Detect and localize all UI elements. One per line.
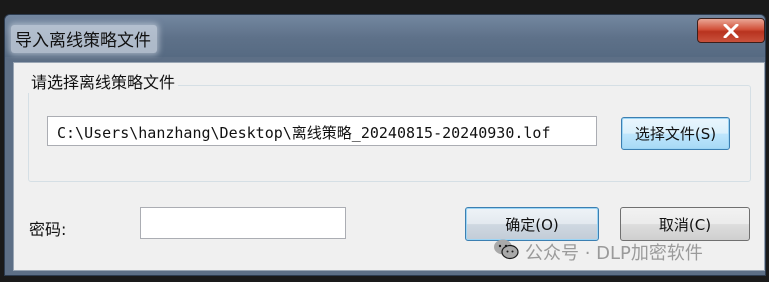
- password-label: 密码:: [29, 220, 67, 239]
- dialog-window: 导入离线策略文件 请选择离线策略文件 C:\Users\hanzhang\Des…: [4, 14, 766, 276]
- watermark-text: 公众号 · DLP加密软件: [525, 242, 703, 264]
- groupbox-title: 请选择离线策略文件: [28, 69, 179, 93]
- choose-file-button[interactable]: 选择文件(S): [621, 117, 730, 150]
- file-path-field[interactable]: C:\Users\hanzhang\Desktop\离线策略_20240815-…: [47, 116, 597, 146]
- ok-button[interactable]: 确定(O): [465, 207, 599, 241]
- title-bar[interactable]: 导入离线策略文件: [5, 15, 765, 57]
- close-button[interactable]: [697, 18, 765, 43]
- window-title: 导入离线策略文件: [11, 25, 157, 53]
- close-icon: [723, 23, 739, 38]
- password-field[interactable]: [140, 207, 346, 239]
- watermark: 公众号 · DLP加密软件: [493, 238, 703, 265]
- cancel-button[interactable]: 取消(C): [620, 207, 750, 241]
- wechat-icon: [493, 238, 525, 265]
